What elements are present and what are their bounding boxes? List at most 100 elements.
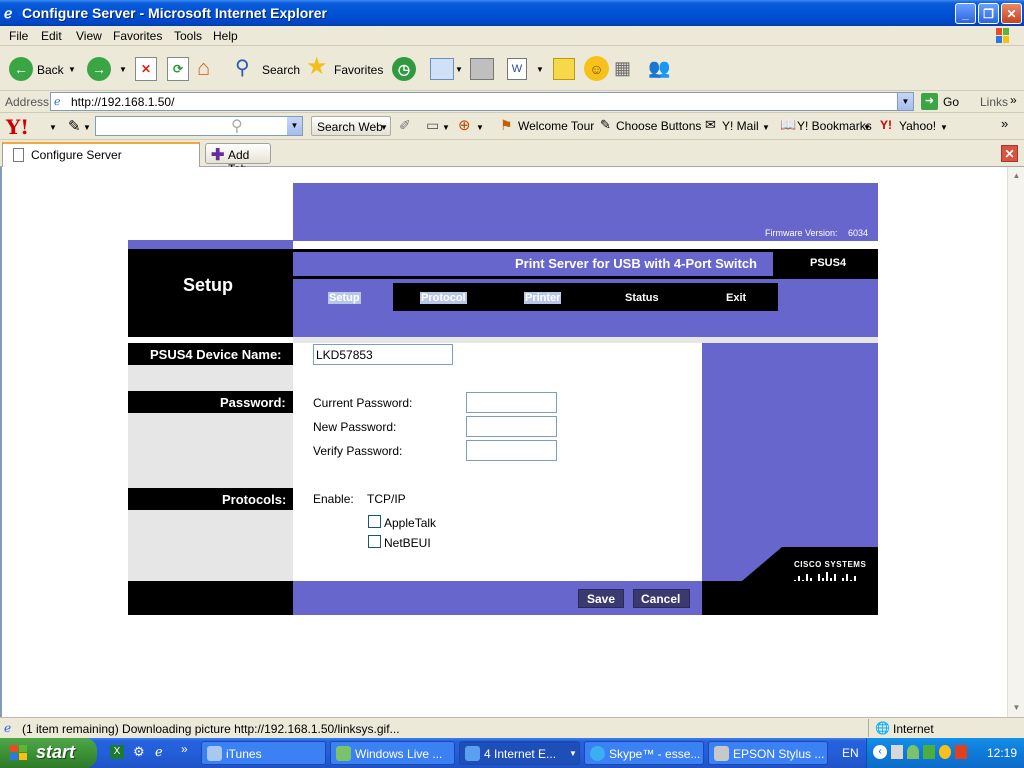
- menu-help[interactable]: Help: [213, 29, 238, 43]
- current-password-input[interactable]: [466, 392, 557, 413]
- home-icon[interactable]: ⌂: [197, 56, 223, 82]
- nav-setup[interactable]: Setup: [328, 292, 361, 304]
- target-icon[interactable]: ⊕: [458, 116, 471, 134]
- yahoo-menu-dropdown-icon[interactable]: ▼: [49, 123, 57, 132]
- pencil-icon[interactable]: ✎: [68, 117, 81, 135]
- netbeui-checkbox[interactable]: [368, 535, 381, 548]
- forward-arrow-icon[interactable]: →: [87, 57, 111, 81]
- scroll-up-icon[interactable]: ▲: [1010, 168, 1023, 182]
- refresh-icon[interactable]: ⟳: [167, 57, 189, 81]
- messenger-users-icon[interactable]: 👥: [648, 57, 674, 81]
- print-icon[interactable]: [470, 58, 494, 80]
- search-label[interactable]: Search: [262, 63, 300, 77]
- yahoo-search-input[interactable]: ⚲ ▼: [95, 116, 303, 136]
- back-label[interactable]: Back: [37, 63, 64, 77]
- window-titlebar[interactable]: ℯ Configure Server - Microsoft Internet …: [0, 0, 1024, 26]
- yahoo-mail-link[interactable]: Y! Mail: [722, 119, 759, 133]
- device-name-input[interactable]: LKD57853: [313, 344, 453, 365]
- close-button[interactable]: ✕: [1001, 3, 1022, 24]
- task-itunes[interactable]: iTunes: [201, 741, 326, 765]
- start-button[interactable]: start: [0, 738, 97, 768]
- yahoo-mail-dropdown-icon[interactable]: ▼: [762, 123, 770, 132]
- tray-printer-icon[interactable]: [891, 745, 903, 759]
- tab-configure-server[interactable]: Configure Server: [2, 142, 200, 167]
- tray-smiley-icon[interactable]: [939, 745, 951, 759]
- welcome-tour-link[interactable]: Welcome Tour: [518, 119, 594, 133]
- research-icon[interactable]: ▦: [614, 57, 638, 81]
- links-label[interactable]: Links: [980, 95, 1008, 109]
- cancel-label: Cancel: [641, 592, 681, 606]
- tab-label: Configure Server: [31, 148, 122, 162]
- bookmarks-dropdown-icon[interactable]: ▼: [863, 123, 871, 132]
- save-button[interactable]: Save: [578, 589, 624, 608]
- verify-password-input[interactable]: [466, 440, 557, 461]
- search-web-button[interactable]: Search Web ▼: [311, 116, 391, 136]
- go-button[interactable]: ➜ Go: [921, 93, 971, 111]
- yahoo-link[interactable]: Yahoo!: [899, 119, 936, 133]
- tray-network-icon[interactable]: [923, 745, 935, 759]
- messenger-smiley-icon[interactable]: ☺: [584, 56, 609, 81]
- menu-edit[interactable]: Edit: [41, 29, 62, 43]
- toolbar-chevron-icon[interactable]: »: [1001, 116, 1008, 131]
- yahoo-link-dropdown-icon[interactable]: ▼: [940, 123, 948, 132]
- menu-file[interactable]: File: [9, 29, 28, 43]
- appletalk-checkbox[interactable]: [368, 515, 381, 528]
- cancel-button[interactable]: Cancel: [633, 589, 690, 608]
- history-icon[interactable]: ◷: [392, 57, 416, 81]
- tray-ati-icon[interactable]: [955, 745, 967, 759]
- search-dropdown-icon[interactable]: ▼: [287, 117, 302, 135]
- nav-protocol[interactable]: Protocol: [420, 292, 467, 304]
- forward-dropdown-icon[interactable]: ▼: [119, 65, 127, 74]
- tray-expand-icon[interactable]: ‹: [873, 745, 887, 759]
- quicklaunch-chevron-icon[interactable]: »: [181, 742, 188, 756]
- stop-icon[interactable]: ✕: [135, 57, 157, 81]
- target-dropdown-icon[interactable]: ▼: [476, 123, 484, 132]
- search-icon[interactable]: ⚲: [235, 57, 259, 81]
- edit-dropdown-icon[interactable]: ▼: [536, 65, 544, 74]
- links-chevron-icon[interactable]: »: [1010, 93, 1017, 107]
- menu-tools[interactable]: Tools: [174, 29, 202, 43]
- edit-word-icon[interactable]: W: [507, 58, 527, 80]
- mail-icon[interactable]: [430, 58, 454, 80]
- yahoo-logo[interactable]: Y!: [6, 115, 29, 139]
- task-group-dropdown-icon[interactable]: ▼: [569, 749, 577, 758]
- favorites-label[interactable]: Favorites: [334, 63, 383, 77]
- address-url[interactable]: http://192.168.1.50/: [71, 95, 174, 109]
- notes-icon[interactable]: [553, 58, 575, 80]
- yahoo-bookmarks-link[interactable]: Y! Bookmarks: [797, 119, 872, 133]
- nav-printer[interactable]: Printer: [524, 292, 562, 304]
- menu-view[interactable]: View: [76, 29, 102, 43]
- pencil-dropdown-icon[interactable]: ▼: [83, 123, 91, 132]
- highlight-pen-icon[interactable]: ✐: [399, 117, 411, 134]
- back-arrow-icon[interactable]: ←: [9, 57, 33, 81]
- back-dropdown-icon[interactable]: ▼: [68, 65, 76, 74]
- menu-favorites[interactable]: Favorites: [113, 29, 162, 43]
- scroll-down-icon[interactable]: ▼: [1010, 700, 1023, 714]
- restore-button[interactable]: ❐: [978, 3, 999, 24]
- settings-quicklaunch-icon[interactable]: ⚙: [133, 744, 145, 760]
- nav-status[interactable]: Status: [625, 292, 659, 304]
- task-windows-live[interactable]: Windows Live ...: [330, 741, 455, 765]
- excel-quicklaunch-icon[interactable]: X: [110, 745, 124, 759]
- mail-dropdown-icon[interactable]: ▼: [455, 65, 463, 74]
- choose-buttons-link[interactable]: Choose Buttons: [616, 119, 701, 133]
- new-password-input[interactable]: [466, 416, 557, 437]
- favorites-star-icon[interactable]: ★: [306, 55, 332, 81]
- ie-quicklaunch-icon[interactable]: ℯ: [155, 744, 163, 760]
- address-dropdown-icon[interactable]: ▼: [897, 93, 913, 110]
- language-indicator[interactable]: EN: [842, 746, 859, 760]
- task-internet-explorer[interactable]: 4 Internet E... ▼: [459, 741, 580, 765]
- start-label: start: [36, 742, 76, 762]
- add-tab-button[interactable]: ✚ Add Tab: [205, 143, 271, 176]
- nav-exit[interactable]: Exit: [726, 292, 746, 304]
- window-dropdown-icon[interactable]: ▼: [442, 123, 450, 132]
- task-epson[interactable]: EPSON Stylus ...: [708, 741, 828, 765]
- close-tab-icon[interactable]: ✕: [1001, 145, 1018, 162]
- firmware-value: 6034: [848, 228, 869, 238]
- vertical-scrollbar[interactable]: ▲ ▼: [1007, 167, 1024, 717]
- tray-messenger-icon[interactable]: [907, 745, 919, 759]
- address-input[interactable]: ℯ http://192.168.1.50/ ▼: [50, 92, 914, 111]
- minimize-button[interactable]: _: [955, 3, 976, 24]
- task-skype[interactable]: Skype™ - esse...: [584, 741, 704, 765]
- window-icon[interactable]: ▭: [426, 117, 439, 134]
